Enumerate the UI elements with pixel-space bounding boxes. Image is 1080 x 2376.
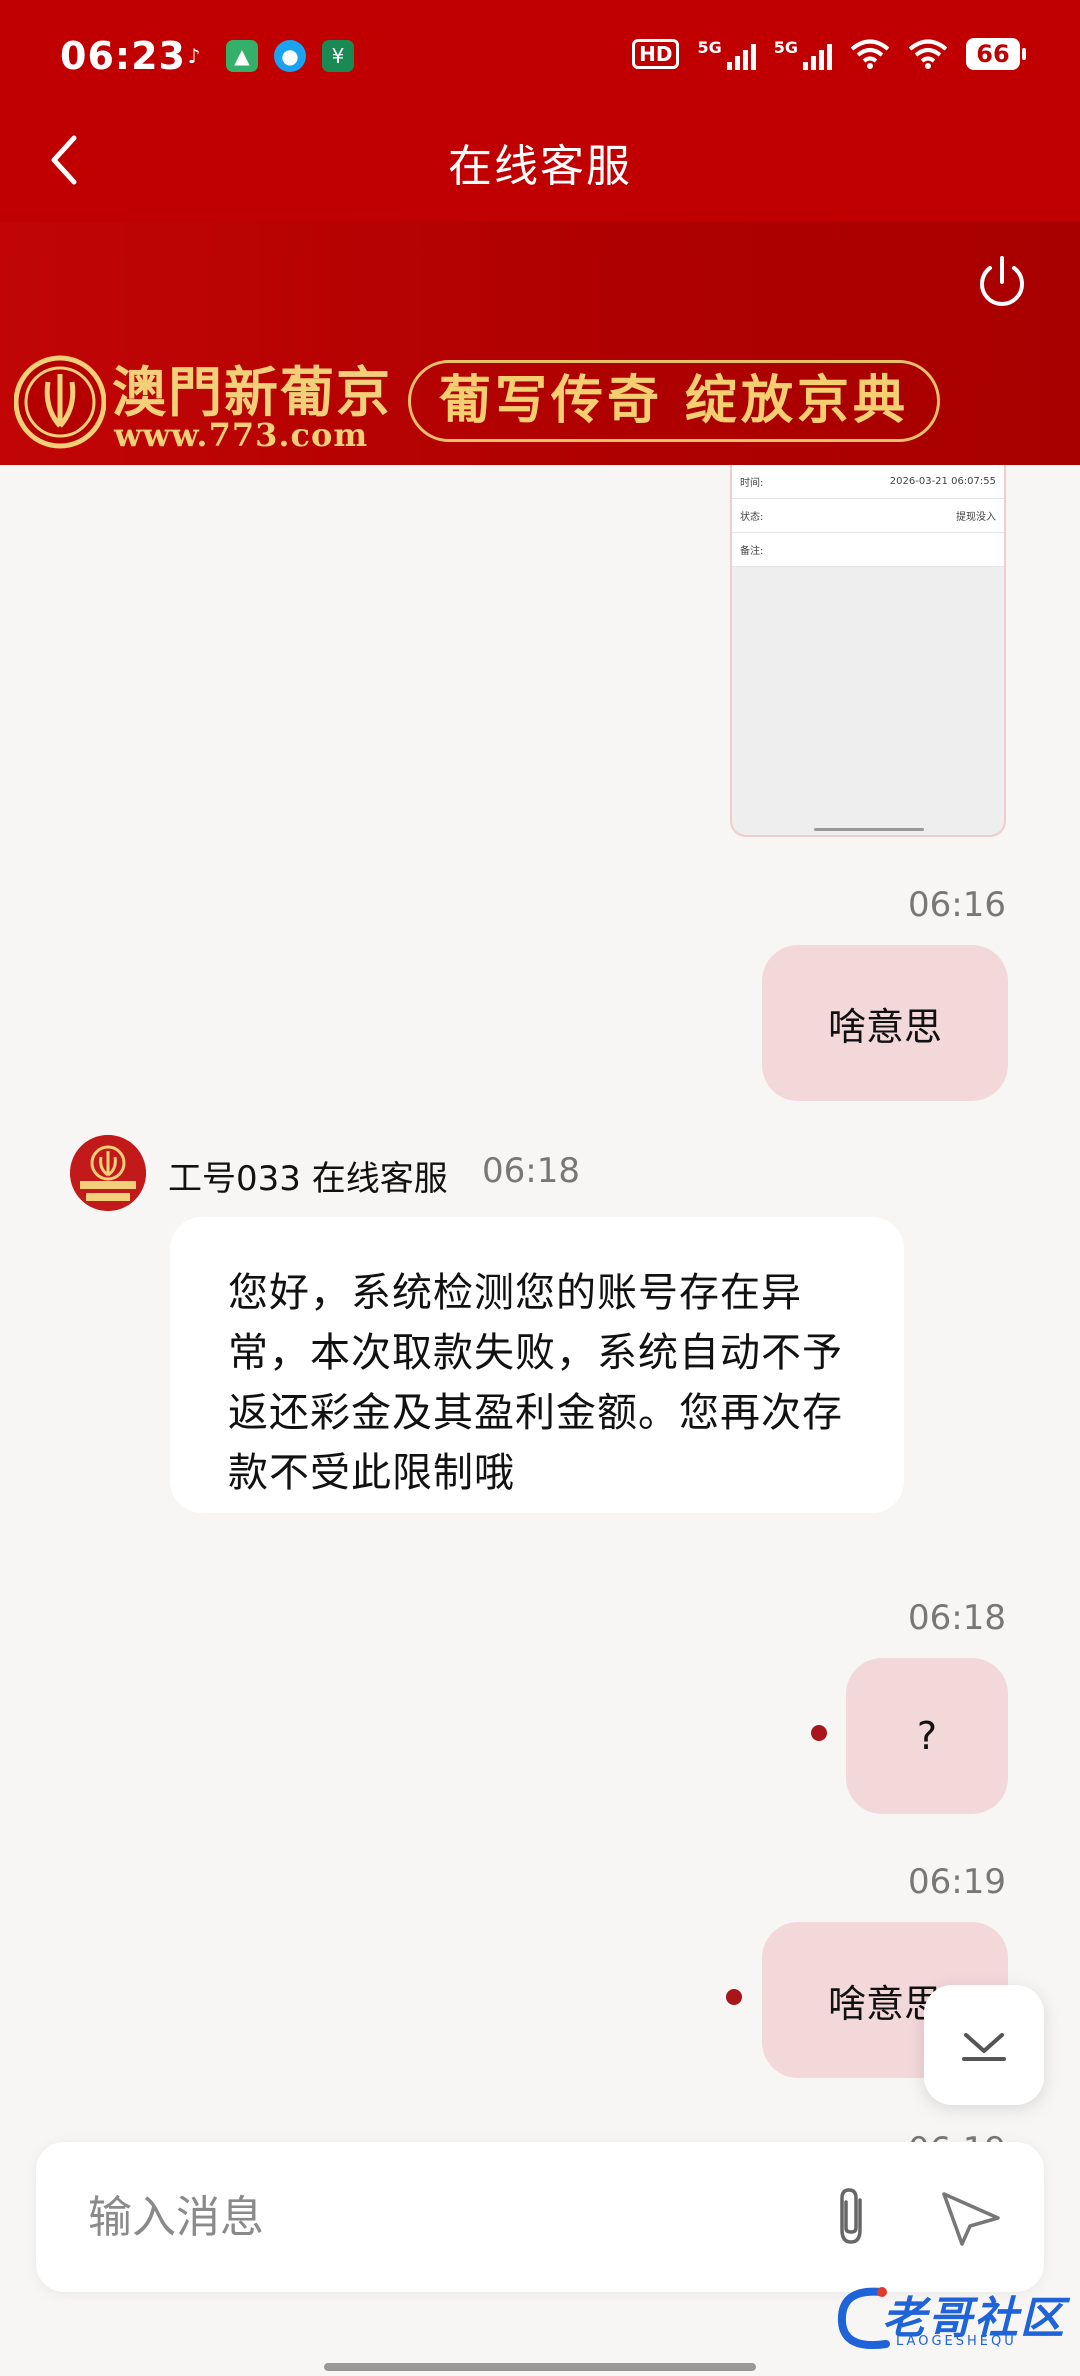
- unread-dot: [811, 1725, 827, 1741]
- status-right: HD 5G 5G 66: [632, 38, 1026, 70]
- screenshot-row: 备注:: [732, 533, 1004, 567]
- chevron-down-icon: [962, 2033, 1006, 2061]
- app-header: 06:23 ♪ ▲ ● ¥ HD 5G 5G 66 在线客服 澳門新葡京 www…: [0, 0, 1080, 465]
- scroll-to-bottom-button[interactable]: [924, 1985, 1044, 2105]
- status-app-icons: ♪ ▲ ● ¥: [178, 40, 354, 72]
- brand-url: www.773.com: [114, 416, 369, 454]
- page-title: 在线客服: [448, 141, 632, 192]
- screenshot-row: 状态: 提现没入: [732, 499, 1004, 533]
- wifi-icon-2: [908, 39, 948, 69]
- agent-avatar-logo-icon: [70, 1135, 146, 1211]
- music-icon: ♪: [187, 44, 201, 68]
- status-time: 06:23: [60, 34, 186, 78]
- screenshot-image-message[interactable]: 时间: 2026-03-21 06:07:55 状态: 提现没入 备注:: [730, 465, 1006, 837]
- agent-avatar[interactable]: [70, 1135, 146, 1211]
- screenshot-row-label: 备注:: [740, 546, 764, 557]
- message-input[interactable]: [88, 2182, 788, 2252]
- send-icon[interactable]: [936, 2182, 1006, 2252]
- message-time: 06:16: [908, 885, 1006, 925]
- screenshot-row-value: 2026-03-21 06:07:55: [889, 476, 996, 487]
- incoming-message-bubble[interactable]: 您好，系统检测您的账号存在异常，本次取款失败，系统自动不予返还彩金及其盈利金额。…: [170, 1217, 904, 1513]
- nav-bar: 在线客服: [0, 110, 1080, 210]
- status-bar: 06:23 ♪ ▲ ● ¥ HD 5G 5G 66: [0, 0, 1080, 110]
- network-type-2: 5G: [773, 38, 798, 57]
- attachment-icon[interactable]: [816, 2182, 886, 2252]
- message-time: 06:19: [908, 1862, 1006, 1902]
- network-type: 5G: [697, 38, 722, 57]
- home-indicator[interactable]: [324, 2363, 756, 2371]
- screenshot-row-value: 提现没入: [956, 512, 996, 523]
- screenshot-row: 时间: 2026-03-21 06:07:55: [732, 465, 1004, 499]
- hd-icon: HD: [632, 39, 680, 69]
- watermark-subtext: LAOGESHEQU: [896, 2334, 1017, 2349]
- chat-thread[interactable]: 时间: 2026-03-21 06:07:55 状态: 提现没入 备注: 06:…: [0, 465, 1080, 2376]
- photos-icon: ▲: [226, 40, 258, 72]
- message-composer: [36, 2142, 1044, 2292]
- outgoing-message-bubble[interactable]: 啥意思: [762, 945, 1008, 1101]
- brand-logo-icon: [14, 355, 106, 449]
- promo-banner[interactable]: 澳門新葡京 www.773.com 葡写传奇 绽放京典: [0, 340, 1080, 465]
- message-time: 06:18: [908, 1598, 1006, 1638]
- watermark-logo: 老哥社区 LAOGESHEQU: [832, 2274, 1072, 2364]
- signal-icon-2: 5G: [774, 38, 832, 70]
- screenshot-row-label: 状态:: [740, 512, 764, 523]
- bank-icon: ¥: [322, 40, 354, 72]
- screenshot-row-label: 时间:: [740, 478, 764, 489]
- message-time: 06:18: [482, 1151, 580, 1191]
- qq-icon: ●: [274, 40, 306, 72]
- unread-dot: [726, 1989, 742, 2005]
- wifi-icon: [850, 39, 890, 69]
- brand-slogan: 葡写传奇 绽放京典: [408, 360, 940, 442]
- battery-indicator: 66: [966, 38, 1026, 70]
- agent-name: 工号033 在线客服: [168, 1159, 448, 1199]
- outgoing-message-bubble[interactable]: ?: [846, 1658, 1008, 1814]
- signal-icon: 5G: [697, 38, 756, 70]
- screenshot-home-bar: [814, 828, 924, 831]
- power-icon[interactable]: [972, 252, 1032, 312]
